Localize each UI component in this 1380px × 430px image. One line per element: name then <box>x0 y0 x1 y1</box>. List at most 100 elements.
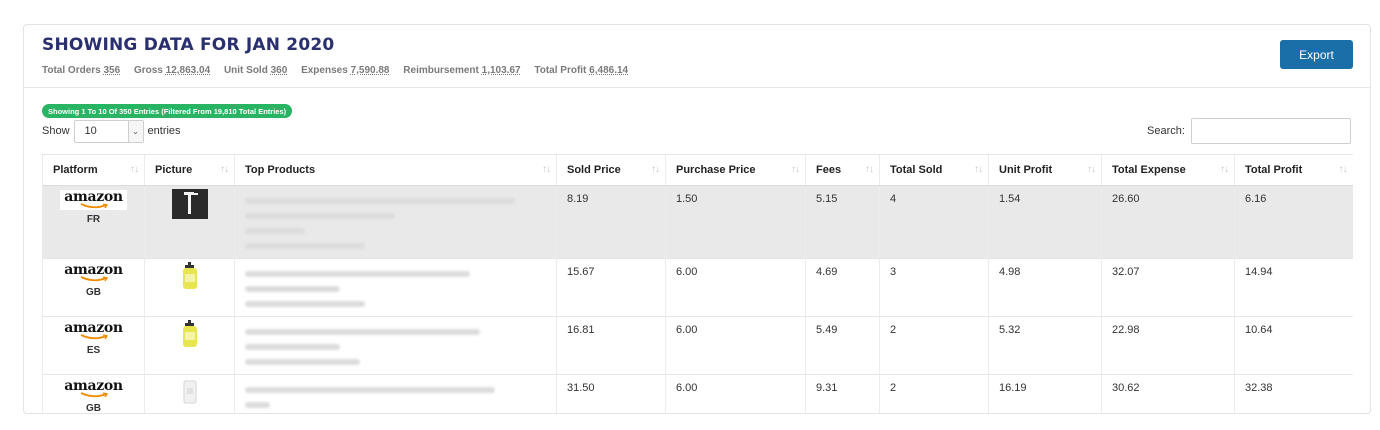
redacted-text <box>245 243 365 249</box>
page-length-control: Show 10 ⌄ entries <box>42 119 181 143</box>
col-header-total-sold[interactable]: Total Sold ↑↓ <box>879 154 989 186</box>
country-code: GB <box>86 287 101 298</box>
chevron-down-icon: ⌄ <box>127 120 143 142</box>
page-length-select[interactable]: 10 ⌄ <box>73 119 144 143</box>
redacted-text <box>245 301 365 307</box>
sort-icon: ↑↓ <box>542 164 551 175</box>
stat-total-orders: Total Orders 356 <box>42 65 121 76</box>
sort-icon: ↑↓ <box>130 164 139 175</box>
summary-stats: Total Orders 356 Gross 12,863.04 Unit So… <box>42 65 639 76</box>
amazon-logo: amazon <box>64 263 123 283</box>
show-label: Show <box>42 125 70 137</box>
country-code: GB <box>86 403 101 414</box>
product-cell <box>234 374 557 413</box>
redacted-text <box>245 271 470 277</box>
col-header-total-expense[interactable]: Total Expense ↑↓ <box>1101 154 1235 186</box>
stat-unit-sold: Unit Sold 360 <box>223 65 288 76</box>
table-row[interactable]: amazon ES 16.81 6.00 5.49 2 5.32 22.98 1… <box>42 316 1353 375</box>
page-title: SHOWING DATA FOR JAN 2020 <box>42 35 335 55</box>
unit-profit-cell: 5.32 <box>988 316 1102 375</box>
stat-value: 6,486.14 <box>589 65 629 76</box>
picture-cell <box>144 316 235 375</box>
unit-profit-cell: 4.98 <box>988 258 1102 317</box>
stat-value: 12,863.04 <box>165 65 211 76</box>
platform-cell: amazon FR <box>42 185 145 259</box>
country-code: FR <box>86 214 101 225</box>
product-cell <box>234 316 557 375</box>
sort-icon: ↑↓ <box>791 164 800 175</box>
col-header-picture[interactable]: Picture ↑↓ <box>144 154 235 186</box>
export-button[interactable]: Export <box>1280 40 1353 69</box>
product-cell <box>234 258 557 317</box>
sort-icon: ↑↓ <box>651 164 660 175</box>
sort-icon: ↑↓ <box>974 164 983 175</box>
fees-cell: 5.49 <box>805 316 880 375</box>
picture-cell <box>144 185 235 259</box>
sort-icon: ↑↓ <box>865 164 874 175</box>
product-thumbnail[interactable] <box>180 320 200 348</box>
col-header-platform[interactable]: Platform ↑↓ <box>42 154 145 186</box>
purchase-price-cell: 6.00 <box>665 374 806 413</box>
fees-cell: 9.31 <box>805 374 880 413</box>
picture-cell <box>144 258 235 317</box>
sort-icon: ↑↓ <box>1220 164 1229 175</box>
search-control: Search: <box>1147 118 1351 144</box>
picture-cell <box>144 374 235 413</box>
product-thumbnail[interactable] <box>171 189 208 219</box>
product-cell <box>234 185 557 259</box>
fees-cell: 4.69 <box>805 258 880 317</box>
report-header: SHOWING DATA FOR JAN 2020 Total Orders 3… <box>24 25 1370 88</box>
report-card: SHOWING DATA FOR JAN 2020 Total Orders 3… <box>23 24 1371 414</box>
total-expense-cell: 30.62 <box>1101 374 1235 413</box>
stat-value: 7,590.88 <box>350 65 390 76</box>
table-header-row: Platform ↑↓ Picture ↑↓ Top Products ↑↓ Sold… <box>42 154 1353 186</box>
stat-total-profit: Total Profit 6,486.14 <box>534 65 629 76</box>
amazon-logo: amazon <box>64 379 123 399</box>
unit-profit-cell: 1.54 <box>988 185 1102 259</box>
sold-price-cell: 8.19 <box>556 185 666 259</box>
table-row[interactable]: amazon GB 31.50 6.00 9.31 2 16.19 30.62 … <box>42 374 1353 414</box>
fees-cell: 5.15 <box>805 185 880 259</box>
total-expense-cell: 26.60 <box>1101 185 1235 259</box>
total-profit-cell: 14.94 <box>1234 258 1353 317</box>
platform-cell: amazon GB <box>42 258 145 317</box>
table-row[interactable]: amazon FR 8.19 1.50 5.15 4 1.54 26.60 6.… <box>42 185 1353 259</box>
total-sold-cell: 4 <box>879 185 989 259</box>
products-table: Platform ↑↓ Picture ↑↓ Top Products ↑↓ Sold… <box>42 154 1353 414</box>
stat-value: 356 <box>103 65 121 76</box>
table-row[interactable]: amazon GB 15.67 6.00 4.69 3 4.98 32.07 1… <box>42 258 1353 317</box>
entries-label: entries <box>147 125 181 137</box>
total-profit-cell: 10.64 <box>1234 316 1353 375</box>
amazon-logo: amazon <box>64 321 123 341</box>
redacted-text <box>245 213 395 219</box>
col-header-sold-price[interactable]: Sold Price ↑↓ <box>556 154 666 186</box>
purchase-price-cell: 1.50 <box>665 185 806 259</box>
redacted-text <box>245 402 270 408</box>
redacted-text <box>245 344 340 350</box>
col-header-fees[interactable]: Fees ↑↓ <box>805 154 880 186</box>
total-sold-cell: 2 <box>879 316 989 375</box>
redacted-text <box>245 329 480 335</box>
col-header-total-profit[interactable]: Total Profit ↑↓ <box>1234 154 1353 186</box>
sort-icon: ↑↓ <box>1087 164 1096 175</box>
unit-profit-cell: 16.19 <box>988 374 1102 413</box>
product-thumbnail[interactable] <box>180 262 200 290</box>
sold-price-cell: 15.67 <box>556 258 666 317</box>
col-header-unit-profit[interactable]: Unit Profit ↑↓ <box>988 154 1102 186</box>
col-header-purchase-price[interactable]: Purchase Price ↑↓ <box>665 154 806 186</box>
total-expense-cell: 32.07 <box>1101 258 1235 317</box>
purchase-price-cell: 6.00 <box>665 316 806 375</box>
total-sold-cell: 3 <box>879 258 989 317</box>
stat-value: 1,103.67 <box>481 65 521 76</box>
platform-cell: amazon GB <box>42 374 145 414</box>
product-thumbnail[interactable] <box>180 378 200 406</box>
total-sold-cell: 2 <box>879 374 989 413</box>
stat-reimbursement: Reimbursement 1,103.67 <box>403 65 521 76</box>
redacted-text <box>245 359 360 365</box>
stat-expenses: Expenses 7,590.88 <box>301 65 390 76</box>
redacted-text <box>245 387 495 393</box>
search-input[interactable] <box>1190 118 1351 144</box>
col-header-top-products[interactable]: Top Products ↑↓ <box>234 154 557 186</box>
sort-icon: ↑↓ <box>220 164 229 175</box>
purchase-price-cell: 6.00 <box>665 258 806 317</box>
